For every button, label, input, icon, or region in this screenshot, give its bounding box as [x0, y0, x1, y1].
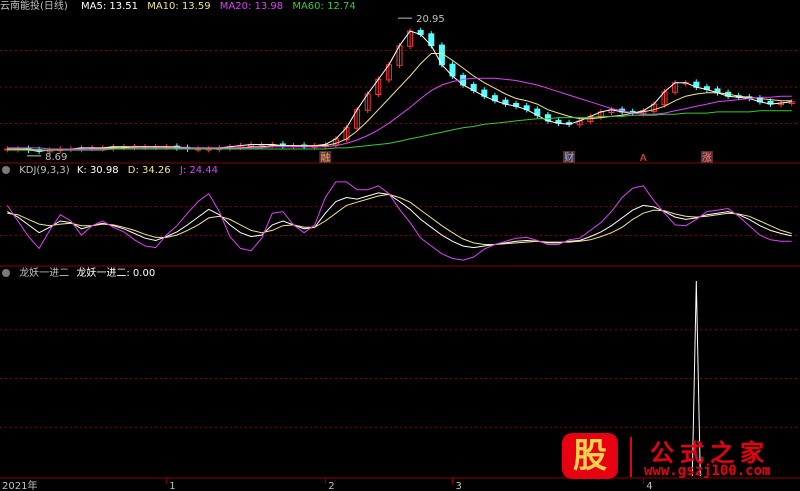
ma-line-ma60: [7, 110, 792, 151]
watermark-divider: [630, 437, 632, 477]
indicator-value: 龙妖一进二: 0.00: [76, 268, 156, 279]
ma20-label: MA20: 13.98: [219, 1, 284, 12]
stock-chart[interactable]: 20.958.69 融财 A 涨2021年 1 2 3 4: [0, 0, 800, 491]
kdj-d-label: D: 34.26: [127, 165, 171, 176]
eye-circle-icon[interactable]: [2, 269, 10, 277]
kdj-j-label: J: 24.44: [179, 165, 218, 176]
event-label: 财: [564, 151, 574, 164]
watermark-url: www.gszj100.com: [644, 463, 771, 479]
x-tick-label: 2: [328, 481, 334, 491]
main-panel-title: 云南能投(日线): [0, 1, 68, 12]
indicator-title: 龙妖一进二: [19, 268, 70, 279]
event-label: A: [640, 153, 647, 164]
eye-circle-icon[interactable]: [2, 166, 10, 174]
x-tick-label: 1: [169, 481, 175, 491]
ma60-label: MA60: 12.74: [292, 1, 356, 12]
kdj-panel-header: KDJ(9,3,3) K: 30.98 D: 34.26 J: 24.44: [0, 164, 224, 178]
watermark-logo: 股 公式之家 www.gszj100.com: [560, 433, 800, 483]
ma10-label: MA10: 13.59: [147, 1, 211, 12]
ma-line-ma20: [7, 77, 792, 150]
event-label: 涨: [702, 152, 712, 164]
price-annotation: 20.95: [416, 14, 445, 25]
kdj-k-label: K: 30.98: [76, 165, 119, 176]
kdj-line-k: [7, 192, 792, 249]
kdj-line-j: [6, 181, 792, 261]
main-panel-header: 云南能投(日线) MA5: 13.51 MA10: 13.59 MA20: 13…: [0, 0, 362, 14]
event-label: 融: [320, 152, 330, 164]
x-tick-label: 2021年: [2, 479, 37, 491]
ma5-label: MA5: 13.51: [81, 1, 139, 12]
indicator-panel-header: 龙妖一进二 龙妖一进二: 0.00: [0, 267, 161, 281]
kdj-title: KDJ(9,3,3): [19, 165, 70, 176]
x-tick-label: 3: [456, 481, 462, 491]
watermark-seal: 股: [562, 433, 618, 479]
price-annotation: 8.69: [45, 152, 67, 163]
